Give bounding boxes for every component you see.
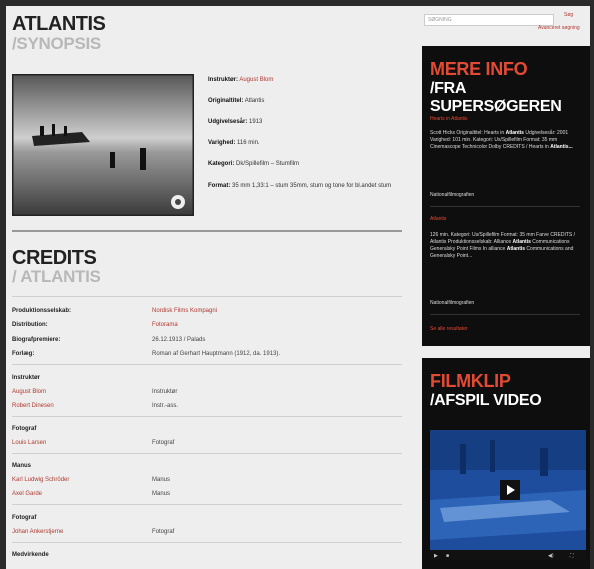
- credit-row-label: Forlæg:: [12, 351, 35, 357]
- person-role: Manus: [152, 477, 171, 483]
- more-info-subtitle: /FRA SUPERSØGEREN: [430, 80, 562, 115]
- credits-subtitle: / ATLANTIS: [12, 267, 101, 286]
- group-heading: Medvirkende: [12, 552, 49, 558]
- page-title: ATLANTIS: [12, 13, 106, 35]
- group-divider: [12, 453, 402, 454]
- page-subtitle: /SYNOPSIS: [12, 34, 101, 53]
- advanced-search-link[interactable]: Avanceret søgning: [538, 25, 580, 31]
- group-divider: [12, 504, 402, 505]
- more-info-title: MERE INFO: [430, 59, 528, 79]
- person-role: Instruktør: [152, 389, 178, 395]
- group-divider: [12, 416, 402, 417]
- person-link[interactable]: Axel Garde: [12, 490, 42, 498]
- search-button[interactable]: Søg: [564, 12, 573, 18]
- person-link[interactable]: Karl Ludwig Schröder: [12, 476, 69, 484]
- panel-divider: [430, 206, 580, 207]
- group-divider: [12, 542, 402, 543]
- group-heading: Instruktør: [12, 375, 41, 381]
- person-link[interactable]: Johan Ankerstjerne: [12, 528, 63, 536]
- production-company-link[interactable]: Nordisk Films Kompagni: [152, 307, 217, 315]
- result-source[interactable]: Nationalfilmografien: [430, 192, 586, 199]
- result-snippet: Scott Hicks Originaltitel: Hearts in Atl…: [430, 130, 573, 150]
- fullscreen-icon[interactable]: ⛶: [570, 553, 574, 559]
- group-divider: [12, 364, 402, 365]
- search-input[interactable]: SØGNING: [424, 14, 554, 26]
- more-info-panel: MERE INFO /FRA SUPERSØGEREN Hearts in At…: [422, 46, 590, 346]
- play-small-icon[interactable]: ▶: [434, 553, 438, 559]
- result-link[interactable]: Atlantis: [430, 216, 586, 223]
- result-snippet: 126 min. Kategori: Us/Spillefilm Format:…: [430, 232, 576, 259]
- group-heading: Fotograf: [12, 426, 37, 432]
- credit-row-value: 26.12.1913 / Palads: [152, 337, 206, 343]
- meta-year: Udgivelsesår: 1913: [208, 119, 263, 125]
- group-heading: Fotograf: [12, 515, 37, 521]
- credit-row-label: Distribution:: [12, 322, 48, 328]
- person-role: Fotograf: [152, 529, 175, 535]
- film-clip-subtitle: /AFSPIL VIDEO: [430, 392, 542, 409]
- sidebar: SØGNING Søg Avanceret søgning MERE INFO …: [418, 6, 590, 569]
- result-source[interactable]: Nationalfilmografien: [430, 300, 586, 307]
- distribution-link[interactable]: Fotorama: [152, 321, 178, 329]
- stop-icon[interactable]: ■: [446, 553, 449, 559]
- group-heading: Manus: [12, 463, 32, 469]
- section-divider: [12, 230, 402, 232]
- meta-format: Format: 35 mm 1,33:1 – stum 35mm, stum o…: [208, 183, 392, 189]
- volume-icon[interactable]: ◀): [548, 553, 554, 559]
- person-role: Fotograf: [152, 440, 175, 446]
- play-button[interactable]: [500, 480, 520, 500]
- result-link[interactable]: Hearts in Atlantis: [430, 116, 586, 123]
- person-link[interactable]: August Blom: [12, 388, 46, 396]
- page-frame: ATLANTIS /SYNOPSIS Instruktør: August Bl…: [6, 6, 590, 569]
- person-role: Instr.-ass.: [152, 403, 179, 409]
- person-link[interactable]: Louis Larsen: [12, 439, 46, 447]
- film-clip-panel: FILMKLIP /AFSPIL VIDEO ▶ ■ ◀) ⛶: [422, 358, 590, 569]
- meta-original-title: Originaltitel: Atlantis: [208, 98, 265, 104]
- credit-row-value: Roman af Gerhart Hauptmann (1912, da. 19…: [152, 351, 281, 357]
- main-content: ATLANTIS /SYNOPSIS Instruktør: August Bl…: [6, 6, 411, 569]
- credits-title: CREDITS: [12, 247, 97, 269]
- film-clip-title: FILMKLIP: [430, 371, 511, 391]
- person-link[interactable]: Robert Dinesen: [12, 402, 54, 410]
- film-still-image: [12, 74, 194, 216]
- video-controls[interactable]: ▶ ■ ◀) ⛶: [430, 550, 586, 560]
- meta-category: Kategori: Dk/Spillefilm – Stumfilm: [208, 161, 300, 167]
- see-all-results-link[interactable]: Se alle resultater: [430, 326, 586, 333]
- meta-director: Instruktør: August Blom: [208, 77, 274, 83]
- director-link[interactable]: August Blom: [239, 77, 273, 83]
- credit-row-label: Produktionsselskab:: [12, 308, 72, 314]
- video-player[interactable]: ▶ ■ ◀) ⛶: [430, 430, 586, 560]
- credit-row-label: Biografpremiere:: [12, 337, 61, 343]
- person-role: Manus: [152, 491, 171, 497]
- meta-length: Varighed: 116 min.: [208, 140, 260, 146]
- panel-divider: [430, 314, 580, 315]
- credits-divider: [12, 296, 402, 297]
